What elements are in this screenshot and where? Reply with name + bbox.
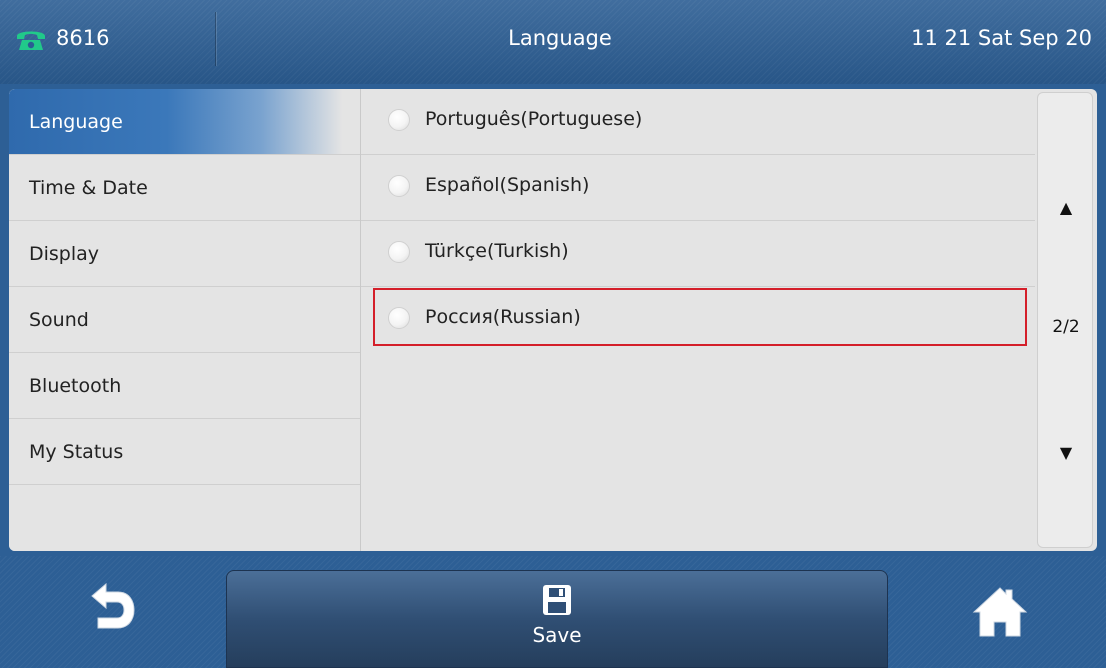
main-panel: Language Time & Date Display Sound Bluet… xyxy=(9,89,1097,551)
phone-icon xyxy=(17,31,45,50)
back-button[interactable] xyxy=(62,574,162,654)
radio-button[interactable] xyxy=(388,109,410,131)
sidebar-item-label: Sound xyxy=(29,309,89,331)
radio-button[interactable] xyxy=(388,307,410,329)
radio-button[interactable] xyxy=(388,241,410,263)
radio-button[interactable] xyxy=(388,175,410,197)
floppy-disk-icon xyxy=(543,585,571,615)
save-button[interactable]: Save xyxy=(226,570,888,668)
home-icon xyxy=(972,587,1028,637)
language-label: Türkçe(Turkish) xyxy=(425,240,569,262)
scroll-up-icon[interactable]: ▲ xyxy=(1038,198,1094,217)
language-label: Россия(Russian) xyxy=(425,306,581,328)
language-option-spanish[interactable]: Español(Spanish) xyxy=(361,155,1035,221)
scroll-down-icon[interactable]: ▼ xyxy=(1038,443,1094,462)
sidebar-item-time-date[interactable]: Time & Date xyxy=(9,155,360,221)
sidebar-item-my-status[interactable]: My Status xyxy=(9,419,360,485)
account-number: 8616 xyxy=(56,26,110,50)
page-title: Language xyxy=(508,26,612,50)
sidebar-item-bluetooth[interactable]: Bluetooth xyxy=(9,353,360,419)
language-label: Español(Spanish) xyxy=(425,174,590,196)
sidebar-item-sound[interactable]: Sound xyxy=(9,287,360,353)
language-option-portuguese[interactable]: Português(Portuguese) xyxy=(361,89,1035,155)
sidebar-item-display[interactable]: Display xyxy=(9,221,360,287)
status-bar: 8616 Language 11 21 Sat Sep 20 xyxy=(0,0,1106,84)
sidebar-item-language[interactable]: Language xyxy=(9,89,360,155)
sidebar-item-label: My Status xyxy=(29,441,124,463)
statusbar-divider xyxy=(215,12,216,66)
sidebar-item-label: Time & Date xyxy=(29,177,148,199)
language-option-turkish[interactable]: Türkçe(Turkish) xyxy=(361,221,1035,287)
softkey-bar: Save xyxy=(0,556,1106,668)
back-arrow-icon xyxy=(91,582,135,629)
settings-sidebar: Language Time & Date Display Sound Bluet… xyxy=(9,89,361,551)
clock-datetime: 11 21 Sat Sep 20 xyxy=(911,26,1092,50)
page-indicator: 2/2 xyxy=(1052,317,1080,337)
sidebar-item-label: Display xyxy=(29,243,100,265)
sidebar-item-label: Language xyxy=(29,111,123,133)
language-option-russian[interactable]: Россия(Russian) xyxy=(361,287,1035,353)
home-button[interactable] xyxy=(950,574,1050,654)
language-label: Português(Portuguese) xyxy=(425,108,643,130)
save-label: Save xyxy=(532,623,582,647)
sidebar-item-label: Bluetooth xyxy=(29,375,122,397)
language-list: Português(Portuguese) Español(Spanish) T… xyxy=(361,89,1035,551)
scroll-panel: ▲ 2/2 ▼ xyxy=(1037,92,1093,548)
